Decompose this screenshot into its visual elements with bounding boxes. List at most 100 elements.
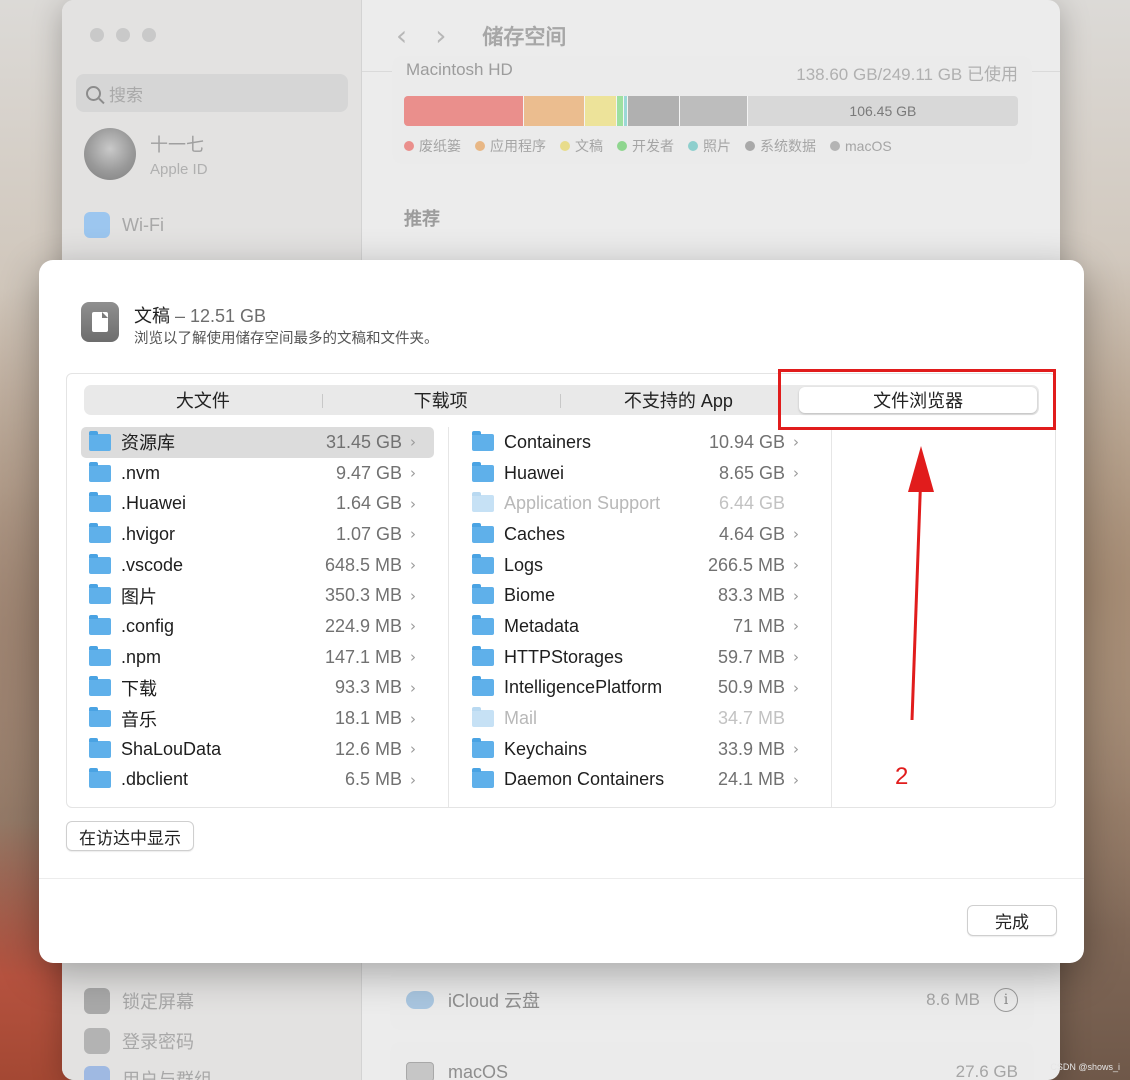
zoom-window-button[interactable] [142, 28, 156, 42]
back-chevron-icon[interactable]: ‹ [396, 19, 407, 52]
folder-row[interactable]: Huawei 8.65 GB › [464, 458, 817, 489]
sheet-title-text: 文稿 [134, 306, 170, 326]
folder-row[interactable]: Mail34.7 MB› [464, 703, 817, 734]
storage-category-macos[interactable]: macOS 27.6 GB [390, 1042, 1034, 1080]
folder-icon [89, 737, 111, 758]
folder-row[interactable]: Biome 83.3 MB › [464, 580, 817, 611]
folder-row[interactable]: Caches 4.64 GB › [464, 519, 817, 550]
legend-dot-icon [688, 141, 698, 151]
legend-item: 废纸篓 [404, 136, 461, 156]
legend-dot-icon [404, 141, 414, 151]
folder-row[interactable]: HTTPStorages 59.7 MB › [464, 642, 817, 673]
folder-icon [89, 461, 111, 482]
tab-downloads[interactable]: 下载项 [321, 387, 560, 413]
legend-dot-icon [475, 141, 485, 151]
folder-row[interactable]: .Huawei 1.64 GB › [81, 488, 434, 519]
folder-name: 资源库 [121, 433, 175, 454]
folder-row[interactable]: .dbclient 6.5 MB › [81, 765, 434, 796]
folder-size: 4.64 GB [718, 523, 785, 544]
sidebar-item-users-groups[interactable]: 用户与群组 [84, 1066, 212, 1080]
folder-name: Biome [504, 585, 556, 606]
folder-row[interactable]: .nvm 9.47 GB › [81, 458, 434, 489]
done-button[interactable]: 完成 [967, 905, 1057, 936]
folder-row[interactable]: 音乐 18.1 MB › [81, 703, 434, 734]
folder-size: 6.5 MB [344, 769, 402, 790]
legend-label: 文稿 [575, 138, 603, 154]
folder-row[interactable]: Logs 266.5 MB › [464, 550, 817, 581]
folder-row[interactable]: Metadata 71 MB › [464, 611, 817, 642]
folder-size: 24.1 MB [717, 769, 785, 790]
folder-row[interactable]: 资源库 31.45 GB › [81, 427, 434, 458]
folder-icon [89, 553, 111, 574]
folder-icon [472, 645, 494, 666]
folder-name: 下载 [121, 678, 157, 699]
folder-row[interactable]: .hvigor 1.07 GB › [81, 519, 434, 550]
folder-name: ShaLouData [121, 738, 222, 759]
folder-name: .Huawei [121, 493, 187, 514]
folder-row[interactable]: Daemon Containers 24.1 MB › [464, 765, 817, 796]
page-title: 储存空间 [482, 25, 567, 49]
info-icon[interactable]: i [994, 988, 1018, 1012]
folder-row[interactable]: Application Support6.44 GB› [464, 488, 817, 519]
chevron-right-icon: › [410, 556, 416, 575]
show-in-finder-button[interactable]: 在访达中显示 [66, 821, 194, 851]
storage-category-icloud[interactable]: iCloud 云盘 8.6 MB i [390, 970, 1034, 1030]
storage-summary-card: Macintosh HD 138.60 GB/249.11 GB 已使用 106… [392, 56, 1032, 164]
chevron-right-icon: › [410, 648, 416, 667]
search-field[interactable]: 搜索 [76, 74, 348, 112]
forward-chevron-icon[interactable]: › [435, 19, 446, 52]
column-home: 资源库 31.45 GB › .nvm 9.47 GB › .Huawei 1.64 GB ›.… [67, 427, 449, 807]
category-size: 8.6 MB [926, 990, 980, 1009]
storage-segment-3 [617, 96, 625, 126]
storage-segment-6 [680, 96, 748, 126]
search-placeholder: 搜索 [109, 85, 143, 105]
chevron-right-icon: › [793, 556, 799, 575]
category-name: macOS [448, 1061, 509, 1080]
chevron-right-icon: › [410, 740, 416, 759]
folder-row[interactable]: Keychains 33.9 MB › [464, 734, 817, 765]
sidebar-item-label: Wi-Fi [122, 214, 164, 235]
folder-icon [472, 522, 494, 543]
disk-name: Macintosh HD [406, 60, 513, 79]
folder-row[interactable]: ShaLouData 12.6 MB › [81, 734, 434, 765]
disk-usage: 138.60 GB/249.11 GB 已使用 [796, 65, 1018, 84]
folder-row[interactable]: IntelligencePlatform 50.9 MB › [464, 673, 817, 704]
close-window-button[interactable] [90, 28, 104, 42]
folder-row[interactable]: .npm 147.1 MB › [81, 642, 434, 673]
apple-id-account[interactable]: 十一七 Apple ID [84, 128, 208, 180]
chevron-right-icon: › [793, 464, 799, 483]
sidebar-item-login-password[interactable]: 登录密码 [84, 1028, 194, 1054]
folder-icon [89, 614, 111, 635]
folder-row[interactable]: 图片 350.3 MB › [81, 580, 434, 611]
folder-icon [89, 676, 111, 697]
legend-label: 开发者 [632, 138, 674, 154]
sidebar-item-lock-screen[interactable]: 锁定屏幕 [84, 988, 194, 1014]
legend-item: 应用程序 [475, 136, 546, 156]
sidebar-item-wifi[interactable]: Wi-Fi [84, 212, 164, 238]
recommend-heading: 推荐 [404, 209, 440, 229]
chevron-right-icon: › [410, 709, 416, 728]
chevron-right-icon: › [793, 770, 799, 789]
account-subtitle: Apple ID [150, 160, 208, 178]
tab-large-files[interactable]: 大文件 [84, 387, 322, 413]
folder-row[interactable]: .vscode 648.5 MB › [81, 550, 434, 581]
folder-size: 59.7 MB [717, 646, 785, 667]
tab-unsupported-apps[interactable]: 不支持的 App [559, 387, 798, 413]
column-library: Containers 10.94 GB › Huawei 8.65 GB › Applica… [450, 427, 832, 807]
free-space-label: 106.45 GB [849, 103, 917, 119]
legend-label: 应用程序 [490, 138, 546, 154]
legend-label: 照片 [703, 138, 731, 154]
folder-name: Keychains [504, 738, 588, 759]
storage-segment-5 [628, 96, 681, 126]
folder-name: Huawei [504, 462, 565, 483]
folder-row[interactable]: .config 224.9 MB › [81, 611, 434, 642]
legend-label: 废纸篓 [419, 138, 461, 154]
legend-item: macOS [830, 136, 892, 156]
folder-size: 50.9 MB [717, 677, 785, 698]
annotation-step-number: 2 [895, 763, 909, 790]
folder-icon [89, 645, 111, 666]
folder-name: Application Support [504, 493, 661, 514]
minimize-window-button[interactable] [116, 28, 130, 42]
folder-row[interactable]: Containers 10.94 GB › [464, 427, 817, 458]
folder-row[interactable]: 下载 93.3 MB › [81, 673, 434, 704]
